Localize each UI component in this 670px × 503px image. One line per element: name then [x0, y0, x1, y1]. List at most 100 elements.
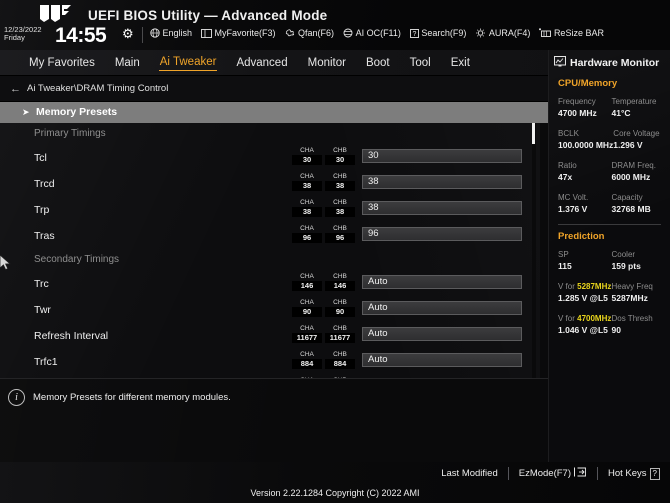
setting-label: Twr [34, 304, 51, 316]
footer-divider [507, 467, 509, 480]
channel-a-value: 38 [292, 207, 322, 217]
setting-value-input[interactable]: Auto [362, 353, 522, 367]
setting-value-input[interactable]: Auto [362, 301, 522, 315]
channel-a-value: 146 [292, 281, 322, 291]
menu-item-memory-presets[interactable]: ➤ Memory Presets [0, 102, 548, 123]
readout-core-voltage: Core Voltage 1.296 V [613, 128, 665, 151]
tool-ai-oc[interactable]: AI OC(F11) [343, 28, 401, 38]
page-title: UEFI BIOS Utility — Advanced Mode [88, 8, 328, 23]
readout-value: 47x [558, 172, 573, 182]
gear-icon[interactable]: ⚙ [122, 26, 134, 42]
readout-value: 5287MHz [611, 293, 648, 303]
tool-resize-bar-label: ReSize BAR [553, 28, 604, 38]
channel-b-label: CHB [333, 173, 347, 180]
channel-b-readout: CHB 884 [325, 351, 355, 369]
tool-language[interactable]: English [150, 28, 192, 38]
readout-key-highlight: 4700MHz [577, 314, 612, 323]
ezmode-button[interactable]: EzMode(F7) [519, 467, 587, 480]
readout-value: 90 [611, 325, 621, 335]
setting-label: Trcd [34, 178, 55, 190]
version-text: Version 2.22.1284 Copyright (C) 2022 AMI [250, 488, 420, 498]
channel-b-value: 30 [325, 155, 355, 165]
setting-value-input[interactable]: 38 [362, 201, 522, 215]
channel-a-value: 38 [292, 181, 322, 191]
tool-resize-bar[interactable]: ReSize BAR [539, 28, 604, 38]
tab-advanced[interactable]: Advanced [235, 56, 288, 71]
readout-pair: BCLK 100.0000 MHz Core Voltage 1.296 V [558, 128, 665, 151]
table-row[interactable]: Trp CHA 38 CHB 38 38 [0, 197, 548, 223]
tab-tool[interactable]: Tool [409, 56, 432, 71]
readout-value: 159 pts [611, 261, 641, 271]
table-row[interactable]: Trfc1 CHA 884 CHB 884 Auto [0, 349, 548, 375]
section-title: Secondary Timings [34, 254, 120, 265]
footer-divider [597, 467, 598, 480]
tab-main[interactable]: Main [114, 56, 141, 71]
channel-b-label: CHB [333, 325, 347, 332]
tool-ai-oc-label: AI OC(F11) [355, 28, 401, 38]
setting-value-input[interactable]: 30 [362, 149, 522, 163]
tool-aura-label: AURA(F4) [488, 28, 531, 38]
tab-monitor[interactable]: Monitor [307, 56, 347, 71]
hotkeys-label: Hot Keys [608, 468, 647, 479]
hotkeys-key-badge: ? [649, 467, 660, 480]
tab-my-favorites[interactable]: My Favorites [28, 56, 96, 71]
channel-a-label: CHA [300, 273, 314, 280]
channel-a-readout: CHA 146 [292, 273, 322, 291]
channel-b-label: CHB [333, 273, 347, 280]
tool-qfan[interactable]: Qfan(F6) [285, 28, 334, 38]
channel-a-value: 90 [292, 307, 322, 317]
readout-capacity: Capacity 32768 MB [612, 192, 666, 215]
table-row[interactable]: Trcd CHA 38 CHB 38 38 [0, 171, 548, 197]
readout-key: Temperature [611, 97, 657, 106]
tab-ai-tweaker[interactable]: Ai Tweaker [158, 55, 218, 71]
channel-b-readout: CHB 146 [325, 273, 355, 291]
table-row-partial[interactable]: CHA CHB [0, 375, 548, 378]
section-header-secondary-timings: Secondary Timings [0, 249, 548, 271]
back-arrow-icon[interactable]: ← [10, 83, 21, 95]
readout-value: 115 [558, 261, 572, 271]
tool-search[interactable]: ? Search(F9) [409, 28, 466, 38]
table-row[interactable]: Trc CHA 146 CHB 146 Auto [0, 271, 548, 297]
readout-bclk: BCLK 100.0000 MHz [558, 128, 613, 151]
tool-aura[interactable]: AURA(F4) [475, 28, 530, 38]
clock-text: 14:55 [55, 24, 107, 47]
channel-b-label: CHB [333, 225, 347, 232]
readout-mc-volt: MC Volt. 1.376 V [558, 192, 612, 215]
setting-value-input[interactable]: Auto [362, 327, 522, 341]
header-divider [142, 27, 143, 43]
tool-myfavorite[interactable]: MyFavorite(F3) [201, 28, 276, 38]
table-row[interactable]: Refresh Interval CHA 11677 CHB 11677 Aut… [0, 323, 548, 349]
setting-value-input[interactable]: Auto [362, 275, 522, 289]
readout-dos-thresh: Dos Thresh 90 [612, 313, 666, 336]
last-modified-button[interactable]: Last Modified [441, 468, 498, 479]
readout-pair: Frequency 4700 MHz Temperature 41°C [558, 96, 665, 119]
readout-key: V for 4700MHz [558, 313, 612, 324]
readout-value: 1.046 V @L5 [558, 325, 608, 335]
readout-temperature: Temperature 41°C [612, 96, 666, 119]
channel-b-label: CHB [333, 199, 347, 206]
readout-sp: SP 115 [558, 249, 612, 272]
tab-boot[interactable]: Boot [365, 56, 391, 71]
table-row[interactable]: Tcl CHA 30 CHB 30 30 [0, 145, 548, 171]
channel-a-label: CHA [300, 225, 314, 232]
channel-b-value: 38 [325, 181, 355, 191]
channel-b-readout: CHB 11677 [325, 325, 355, 343]
channel-b-readout: CHB 30 [325, 147, 355, 165]
setting-label: Tras [34, 230, 55, 242]
book-icon [201, 28, 212, 38]
channel-a-readout: CHA 30 [292, 147, 322, 165]
table-row[interactable]: Twr CHA 90 CHB 90 Auto [0, 297, 548, 323]
channel-a-label: CHA [300, 199, 314, 206]
day-text: Friday [4, 32, 25, 42]
exit-arrow-icon [574, 467, 587, 480]
readout-key: Cooler [611, 250, 636, 259]
channel-a-label: CHA [300, 299, 314, 306]
setting-value-input[interactable]: 38 [362, 175, 522, 189]
channel-b-label: CHB [333, 299, 347, 306]
setting-value-input[interactable]: 96 [362, 227, 522, 241]
tab-exit[interactable]: Exit [450, 56, 471, 71]
table-row[interactable]: Tras CHA 96 CHB 96 96 [0, 223, 548, 249]
hotkeys-button[interactable]: Hot Keys ? [608, 467, 660, 480]
readout-heavy-freq: Heavy Freq 5287MHz [612, 281, 666, 304]
readout-key: BCLK [558, 129, 579, 138]
